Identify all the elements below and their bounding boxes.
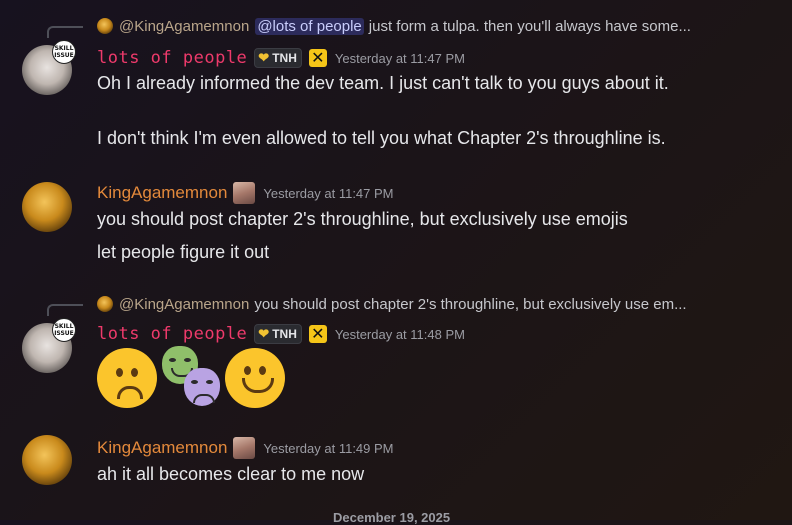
author-name[interactable]: KingAgamemnon: [97, 438, 227, 458]
frowning-face-icon[interactable]: [97, 348, 157, 408]
guild-tag[interactable]: ❤ TNH: [254, 324, 302, 344]
message-header: lots of people ❤ TNH ✕ Yesterday at 11:47…: [97, 47, 465, 69]
x-badge-icon[interactable]: ✕: [308, 49, 327, 67]
reply-preview[interactable]: @KingAgamemnon you should post chapter 2…: [97, 294, 687, 314]
timestamp[interactable]: Yesterday at 11:48 PM: [335, 327, 465, 342]
reply-mention[interactable]: @lots of people: [255, 17, 364, 35]
reply-author[interactable]: @KingAgamemnon: [119, 296, 249, 313]
message-line: Oh I already informed the dev team. I ju…: [97, 73, 669, 93]
author-name[interactable]: lots of people: [97, 48, 247, 68]
timestamp[interactable]: Yesterday at 11:47 PM: [335, 51, 465, 66]
reply-author[interactable]: @KingAgamemnon: [119, 18, 249, 35]
profile-decoration-icon: [233, 182, 256, 204]
skill-issue-badge-icon: SKILL ISSUE: [52, 318, 76, 342]
guild-tag[interactable]: ❤ TNH: [254, 48, 302, 68]
avatar[interactable]: [22, 182, 72, 232]
timestamp[interactable]: Yesterday at 11:49 PM: [263, 441, 393, 456]
reply-avatar: [97, 296, 113, 312]
message-header: lots of people ❤ TNH ✕ Yesterday at 11:48…: [97, 323, 465, 345]
guild-tag-label: TNH: [272, 51, 297, 65]
message-line: ah it all becomes clear to me now: [97, 464, 365, 484]
timestamp[interactable]: Yesterday at 11:47 PM: [263, 186, 393, 201]
author-name[interactable]: lots of people: [97, 324, 247, 344]
message-line: I don't think I'm even allowed to tell y…: [97, 128, 666, 148]
performing-arts-icon[interactable]: [160, 346, 224, 408]
reply-text: you should post chapter 2's throughline,…: [254, 295, 687, 313]
reply-connector: [47, 26, 83, 38]
reply-connector: [47, 304, 83, 316]
avatar[interactable]: [22, 435, 72, 485]
reply-text: just form a tulpa. then you'll always ha…: [368, 17, 691, 35]
date-divider: December 19, 2025: [333, 510, 451, 525]
profile-decoration-icon: [233, 437, 256, 459]
x-badge-icon[interactable]: ✕: [308, 325, 327, 343]
message-header: KingAgamemnon Yesterday at 11:49 PM: [97, 436, 394, 460]
heart-icon: ❤: [258, 326, 270, 341]
message-line: let people figure it out: [97, 242, 270, 262]
message-header: KingAgamemnon Yesterday at 11:47 PM: [97, 181, 394, 205]
slightly-smiling-face-icon[interactable]: [225, 348, 285, 408]
skill-issue-badge-icon: SKILL ISSUE: [52, 40, 76, 64]
heart-icon: ❤: [258, 50, 270, 65]
message-line: you should post chapter 2's throughline,…: [97, 209, 628, 229]
reply-preview[interactable]: @KingAgamemnon @lots of people just form…: [97, 16, 691, 36]
guild-tag-label: TNH: [272, 327, 297, 341]
reply-avatar: [97, 18, 113, 34]
author-name[interactable]: KingAgamemnon: [97, 183, 227, 203]
